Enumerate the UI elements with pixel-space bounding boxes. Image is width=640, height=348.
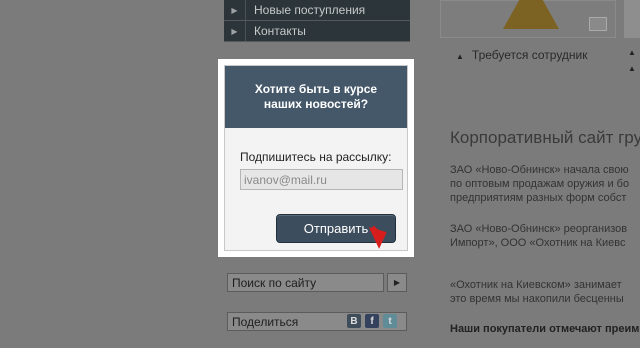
vk-icon[interactable]: B [347,314,361,328]
article-line: ЗАО «Ново-Обнинск» начала свою [450,164,629,176]
search-input[interactable]: Поиск по сайту [227,273,384,292]
article-title: Корпоративный сайт гру [450,128,640,147]
banner-image-partial[interactable] [624,0,640,38]
bullet-icon: ▲ [628,48,636,57]
bullet-icon: ▲ [628,64,636,73]
nav-item-new-arrivals[interactable]: ▶ Новые поступления [224,0,410,21]
share-icons: B f t [347,314,397,328]
chevron-right-icon: ▶ [224,21,246,41]
nav-item-label: Контакты [254,24,306,38]
article-line: Наши покупатели отмечают преим [450,323,640,335]
nav-item-contacts[interactable]: ▶ Контакты [224,21,410,42]
twitter-icon[interactable]: t [383,314,397,328]
subscribe-label: Подпишитесь на рассылку: [240,150,392,164]
article-line: Импорт», ООО «Охотник на Киевс [450,237,626,249]
job-link-label: Требуется сотрудник [471,48,588,62]
article-line: по оптовым продажам оружия и бо [450,178,630,190]
mail-icon [589,17,607,31]
modal-header: Хотите быть в курсе наших новостей? [225,66,407,128]
email-field[interactable] [240,169,403,190]
chevron-right-icon: ▶ [224,0,246,20]
article-line: предприятиям разных форм собст [450,192,627,204]
article-line: «Охотник на Киевском» занимает [450,279,622,291]
search-submit-button[interactable]: ▶ [387,273,407,292]
job-link[interactable]: ▲ Требуется сотрудник [456,48,588,62]
bullet-icon: ▲ [456,52,464,61]
nav-item-label: Новые поступления [254,3,366,17]
modal-title-line2: наших новостей? [263,97,369,111]
modal-title-line1: Хотите быть в курсе [254,82,378,96]
article-line: это время мы накопили бесценны [450,293,624,305]
play-arrow-icon: ▶ [393,278,401,287]
job-banner-image[interactable] [440,0,616,38]
share-label: Поделиться [232,314,299,329]
facebook-icon[interactable]: f [365,314,379,328]
article-line: ЗАО «Ново-Обнинск» реорганизов [450,223,628,235]
side-nav: ▶ Новые поступления ▶ Контакты [224,0,410,42]
warning-icon [503,0,559,29]
